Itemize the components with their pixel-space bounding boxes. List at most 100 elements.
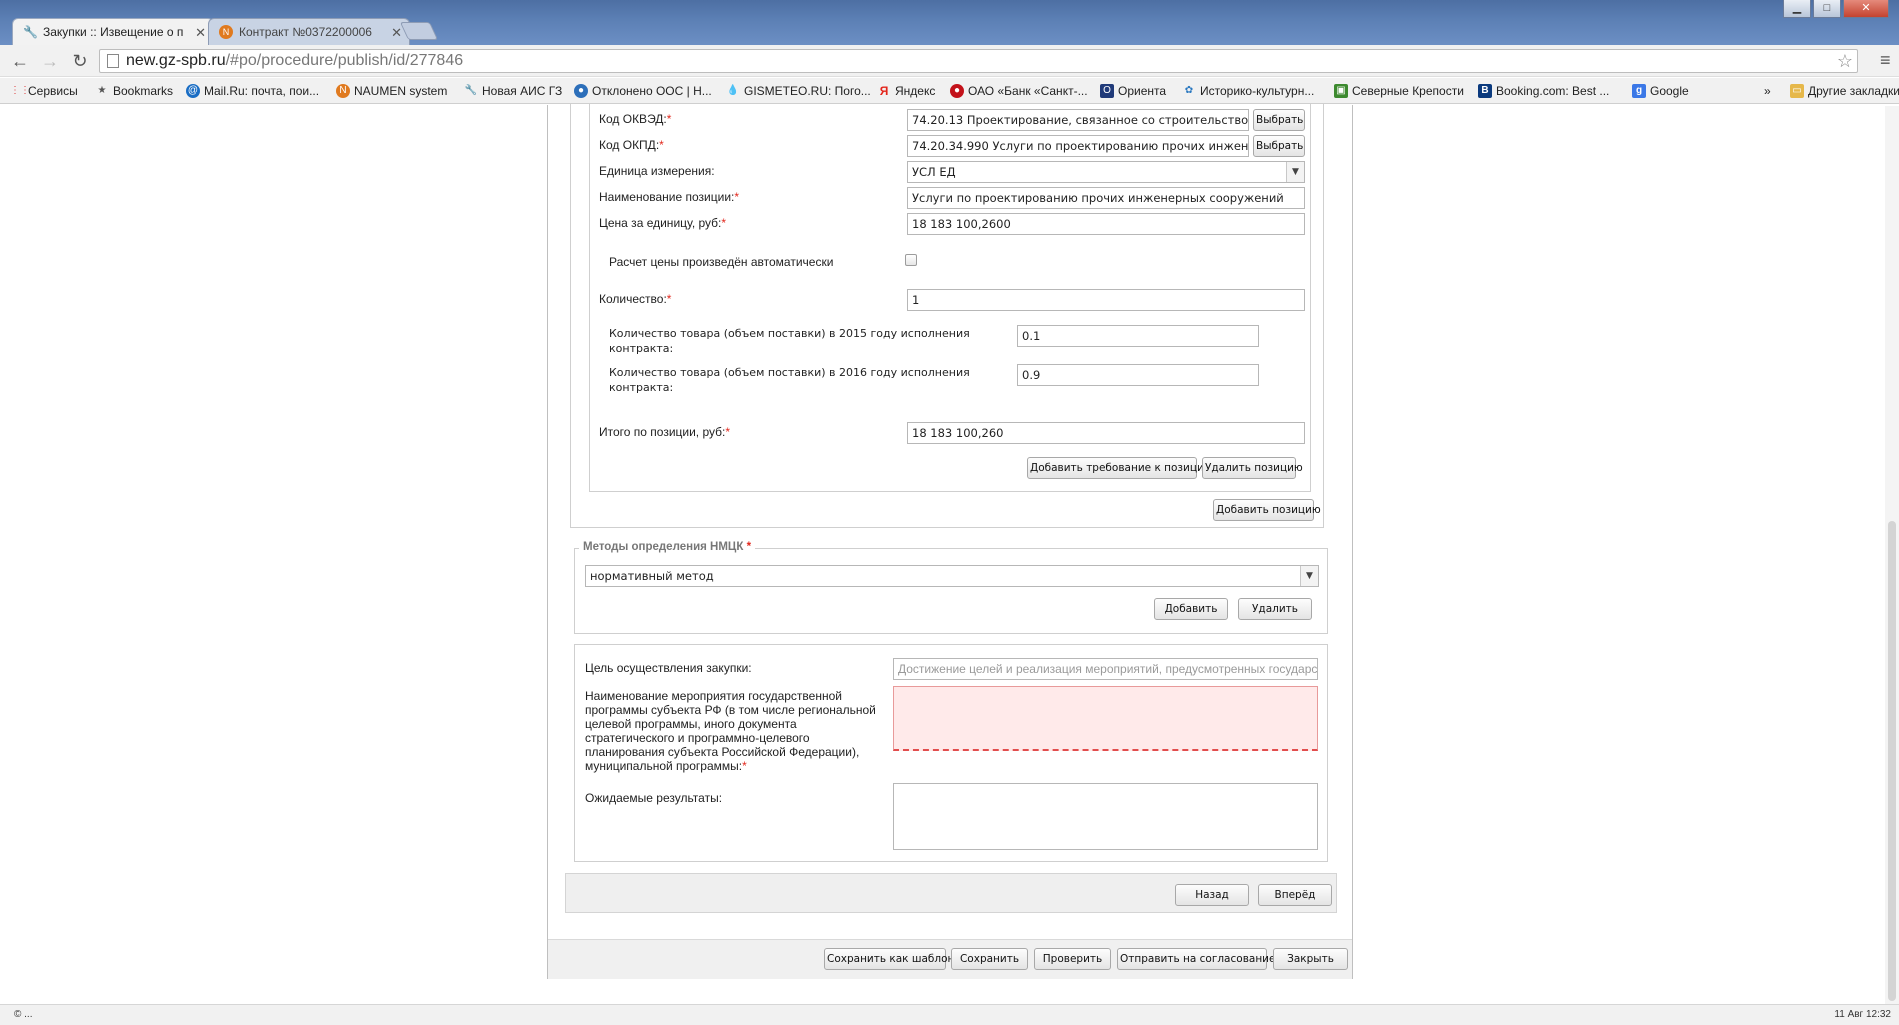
qty-2016-label-line1: Количество товара (объем поставки) в 201… (609, 366, 970, 379)
bookmark-item[interactable]: @ Mail.Ru: почта, пои... (186, 83, 319, 99)
okpd-field[interactable]: 74.20.34.990 Услуги по проектированию пр… (907, 135, 1249, 157)
bookmark-item[interactable]: ● Отклонено ООС | Н... (574, 83, 712, 99)
back-arrow-icon[interactable]: ← (8, 49, 32, 73)
globe-icon: ● (574, 84, 588, 98)
orienta-icon: O (1100, 84, 1114, 98)
bookmark-item[interactable]: ▣ Северные Крепости (1334, 83, 1464, 99)
browser-toolbar: ← → ↻ new.gz-spb.ru/#po/procedure/publis… (0, 45, 1899, 77)
quantity-label: Количество:* (599, 292, 672, 306)
folder-icon: ▭ (1790, 84, 1804, 98)
heritage-icon: ✿ (1184, 85, 1194, 96)
nmck-add-button[interactable]: Добавить (1154, 598, 1228, 620)
unit-price-label: Цена за единицу, руб:* (599, 216, 727, 230)
qty-2016-label-line2: контракта: (609, 381, 674, 394)
delete-position-button[interactable]: Удалить позицию (1202, 457, 1303, 479)
google-icon: g (1632, 84, 1646, 98)
bookmark-item[interactable]: O Ориента (1100, 83, 1166, 99)
maximize-icon[interactable]: □ (1813, 0, 1841, 18)
browser-titlebar: 🔧 Закупки :: Извещение о п ✕ N Контракт … (0, 0, 1899, 45)
qty-2016-field[interactable]: 0.9 (1017, 364, 1259, 386)
qty-2015-label-line1: Количество товара (объем поставки) в 201… (609, 327, 970, 340)
bookmark-item[interactable]: g Google (1632, 83, 1689, 99)
chevron-down-icon[interactable]: ▼ (1300, 566, 1318, 586)
send-for-approval-button[interactable]: Отправить на согласование (1117, 948, 1275, 970)
bookmark-item[interactable]: 🔧 Новая АИС ГЗ (464, 83, 562, 99)
wrench-icon: 🔧 (464, 85, 478, 96)
star-icon[interactable]: ☆ (1837, 50, 1853, 72)
other-bookmarks-folder[interactable]: ▭ Другие закладки (1790, 83, 1899, 99)
close-button[interactable]: Закрыть (1273, 948, 1348, 970)
scrollbar-thumb[interactable] (1888, 521, 1896, 1001)
total-label: Итого по позиции, руб:* (599, 425, 731, 439)
address-bar[interactable]: new.gz-spb.ru/#po/procedure/publish/id/2… (99, 49, 1858, 73)
add-requirement-button[interactable]: Добавить требование к позиции (1027, 457, 1211, 479)
nmck-delete-button[interactable]: Удалить (1238, 598, 1312, 620)
tab-title: Контракт №0372200006 (239, 25, 372, 39)
url-host: new.gz-spb.ru (126, 52, 226, 69)
auto-price-checkbox[interactable] (905, 254, 917, 266)
position-name-field[interactable]: Услуги по проектированию прочих инженерн… (907, 187, 1305, 209)
menu-icon[interactable]: ≡ (1880, 50, 1896, 71)
bookmarks-bar: ⋮⋮ Сервисы ★ Bookmarks @ Mail.Ru: почта, по… (0, 78, 1899, 104)
status-bar: © ... 11 Авг 12:32 (0, 1004, 1899, 1025)
tab-title: Закупки :: Извещение о п (43, 25, 184, 39)
add-position-button[interactable]: Добавить позицию (1213, 499, 1321, 521)
okved-select-button[interactable]: Выбрать (1253, 109, 1305, 131)
save-as-template-button[interactable]: Сохранить как шаблон (824, 948, 954, 970)
fortress-icon: ▣ (1334, 84, 1348, 98)
page-scrollbar[interactable] (1885, 106, 1899, 1004)
okved-label: Код ОКВЭД:* (599, 112, 672, 126)
apps-grid-icon: ⋮⋮ (10, 85, 30, 96)
next-button[interactable]: Вперёд (1258, 884, 1332, 906)
naumen-icon: N (219, 25, 233, 39)
okpd-select-button[interactable]: Выбрать (1253, 135, 1305, 157)
mailru-icon: @ (186, 84, 200, 98)
quantity-field[interactable]: 1 (907, 289, 1305, 311)
okpd-label: Код ОКПД:* (599, 138, 664, 152)
goal-field[interactable]: Достижение целей и реализация мероприяти… (893, 658, 1318, 680)
forward-arrow-icon[interactable]: → (38, 49, 62, 73)
bookmark-item[interactable]: ★ Bookmarks (95, 83, 174, 99)
system-clock: 11 Авг 12:32 (1834, 1009, 1891, 1020)
bookmark-item[interactable]: ⋮⋮ Сервисы (10, 83, 78, 99)
qty-2015-field[interactable]: 0.1 (1017, 325, 1259, 347)
url-path: /#po/procedure/publish/id/277846 (225, 52, 464, 69)
wrench-icon: 🔧 (23, 25, 38, 39)
unit-price-field[interactable]: 18 183 100,2600 (907, 213, 1305, 235)
bookmark-item[interactable]: ● ОАО «Банк «Санкт-... (950, 83, 1088, 99)
program-textarea[interactable] (893, 686, 1318, 751)
tab-active[interactable]: 🔧 Закупки :: Извещение о п ✕ (12, 18, 214, 45)
star-icon: ★ (97, 85, 107, 96)
back-button[interactable]: Назад (1175, 884, 1249, 906)
minimize-icon[interactable]: ▁ (1783, 0, 1811, 18)
bank-icon: ● (950, 84, 964, 98)
page-icon (107, 54, 119, 68)
bookmark-item[interactable]: N NAUMEN system (336, 83, 447, 99)
unit-label: Единица измерения: (599, 164, 715, 178)
chevron-down-icon[interactable]: ▼ (1286, 162, 1304, 182)
nmck-method-select[interactable]: нормативный метод ▼ (585, 565, 1319, 587)
bookmark-item[interactable]: B Booking.com: Best ... (1478, 83, 1609, 99)
reload-icon[interactable]: ↻ (68, 49, 92, 73)
okved-field[interactable]: 74.20.13 Проектирование, связанное со ст… (907, 109, 1249, 131)
unit-select[interactable]: УСЛ ЕД ▼ (907, 161, 1305, 183)
nmck-fieldset (574, 548, 1328, 634)
total-field[interactable]: 18 183 100,260 (907, 422, 1305, 444)
bookmark-item[interactable]: ✿ Историко-культурн... (1182, 83, 1315, 99)
results-textarea[interactable] (893, 783, 1318, 850)
bookmark-item[interactable]: Я Яндекс (877, 83, 936, 99)
window-close-icon[interactable]: ✕ (1843, 0, 1889, 18)
close-icon[interactable]: ✕ (195, 19, 206, 45)
drop-icon: 💧 (726, 85, 740, 96)
program-label: Наименование мероприятия государственной… (585, 689, 876, 773)
qty-2015-label-line2: контракта: (609, 342, 674, 355)
bookmark-item[interactable]: 💧 GISMETEO.RU: Пого... (726, 83, 871, 99)
check-button[interactable]: Проверить (1034, 948, 1111, 970)
bookmarks-more-button[interactable]: » (1764, 83, 1771, 99)
results-label: Ожидаемые результаты: (585, 791, 723, 805)
booking-icon: B (1478, 84, 1492, 98)
unit-select-value: УСЛ ЕД (912, 165, 956, 179)
save-button[interactable]: Сохранить (951, 948, 1028, 970)
tab-inactive[interactable]: N Контракт №0372200006 ✕ (208, 18, 410, 45)
yandex-icon: Я (879, 84, 889, 98)
